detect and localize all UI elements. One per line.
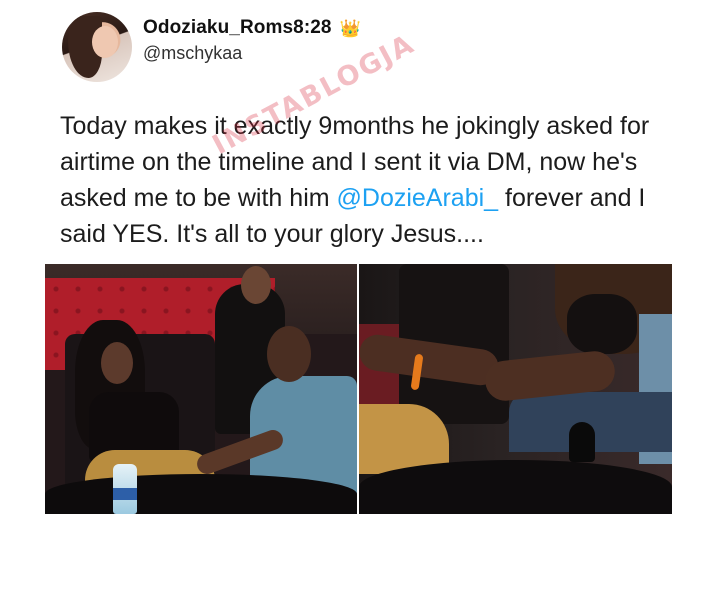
- avatar-face: [92, 26, 118, 58]
- crown-icon: 👑: [339, 18, 361, 38]
- table: [45, 474, 357, 514]
- display-name[interactable]: Odoziaku_Roms8:28: [143, 17, 332, 39]
- water-bottle-label: [113, 488, 137, 500]
- display-name-row: Odoziaku_Roms8:28 👑: [143, 17, 361, 39]
- tweet-text: Today makes it exactly 9months he joking…: [60, 108, 680, 252]
- avatar[interactable]: [62, 12, 132, 82]
- tweet-photo-right[interactable]: [359, 264, 672, 514]
- mention-link[interactable]: @DozieArabi_: [337, 184, 499, 212]
- man-beard: [567, 294, 637, 354]
- tweet-photo-left[interactable]: [45, 264, 357, 514]
- table: [359, 460, 672, 514]
- tweet-author: Odoziaku_Roms8:28 👑 @mschykaа: [143, 17, 361, 64]
- kneeling-man-head: [267, 326, 311, 382]
- user-handle[interactable]: @mschykaа: [143, 43, 361, 64]
- woman-face: [101, 342, 133, 384]
- tweet-card: Odoziaku_Roms8:28 👑 @mschykaа Today make…: [0, 0, 720, 589]
- microphone: [569, 422, 595, 462]
- standing-man-face: [241, 266, 271, 304]
